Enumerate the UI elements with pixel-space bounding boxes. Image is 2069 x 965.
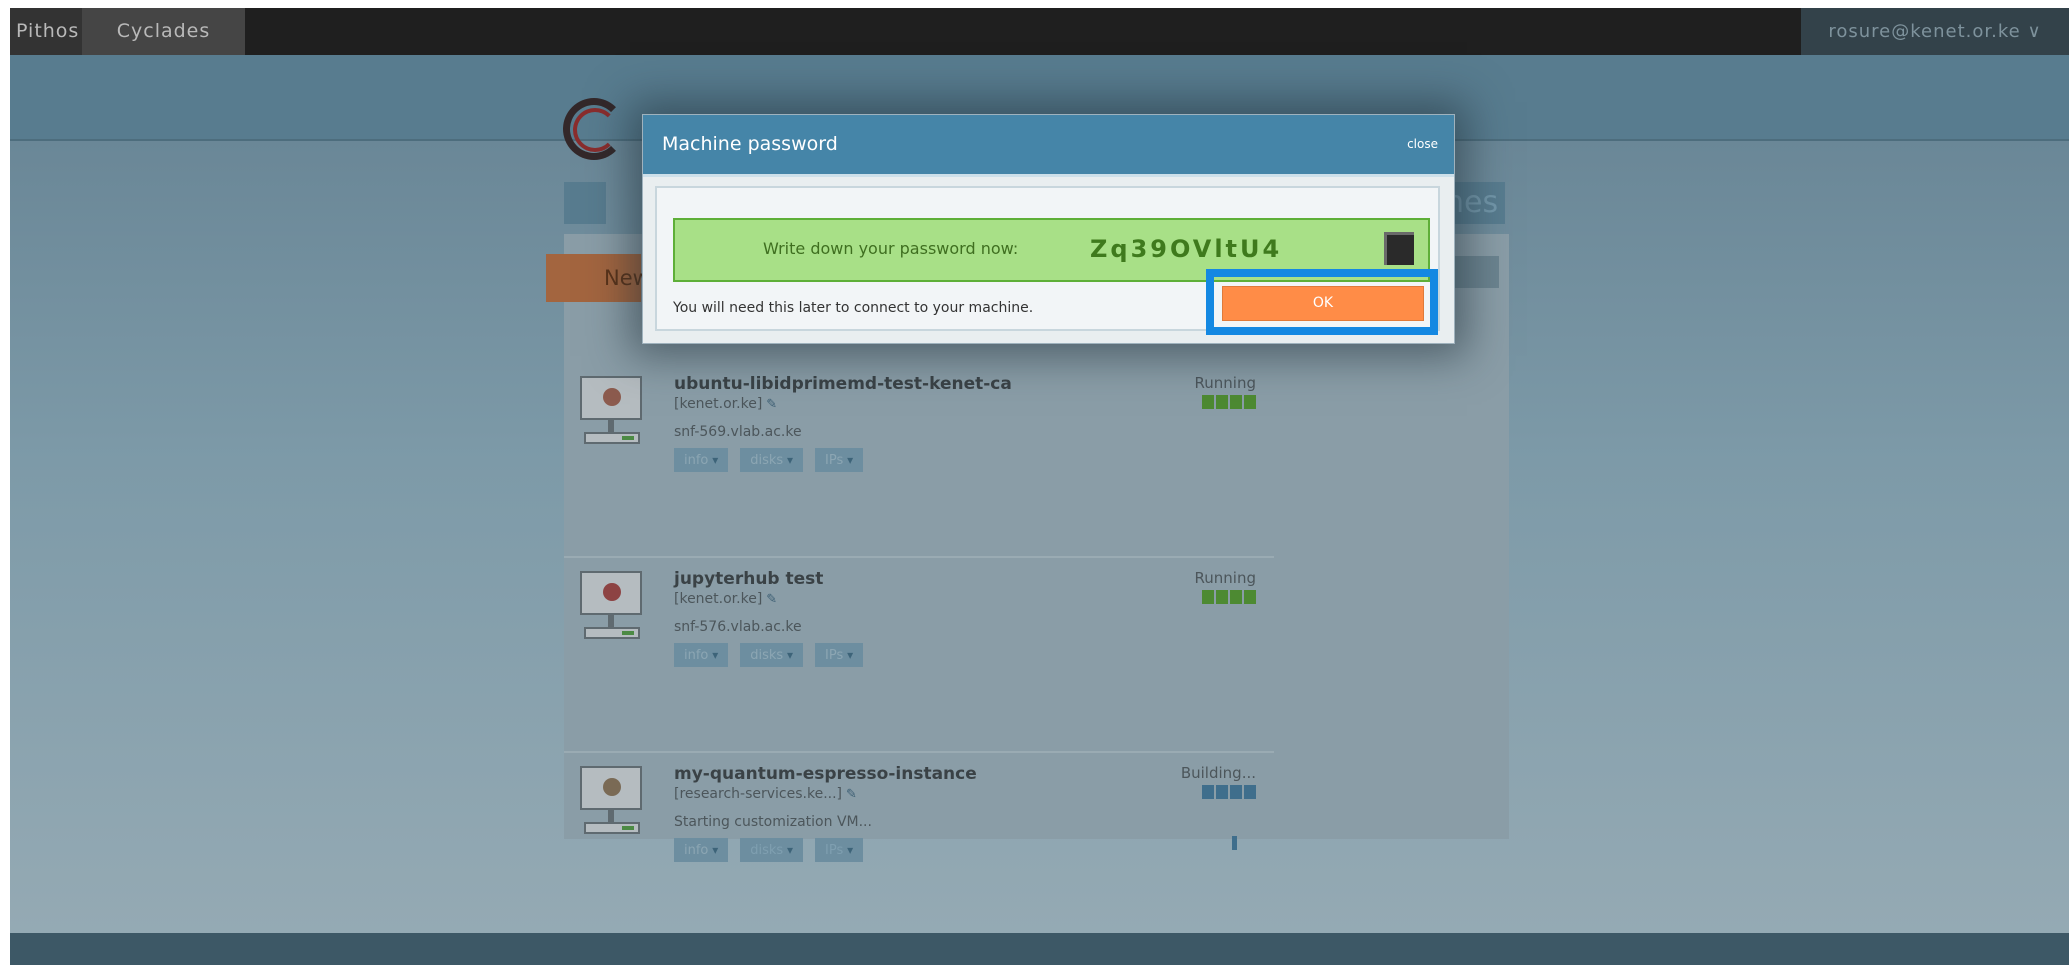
machine-name[interactable]: my-quantum-espresso-instance bbox=[674, 764, 977, 784]
machine-project: [kenet.or.ke] ✎ bbox=[674, 396, 777, 412]
top-nav-bar: Pithos Cyclades rosure@kenet.or.ke ∨ bbox=[10, 8, 2069, 55]
chevron-down-icon: ▾ bbox=[708, 453, 719, 467]
machine-name[interactable]: ubuntu-libidprimemd-test-kenet-ca bbox=[674, 374, 1012, 394]
disks-dropdown[interactable]: disks ▾ bbox=[740, 838, 804, 862]
machine-actions: info ▾ disks ▾ IPs ▾ bbox=[674, 838, 875, 862]
chevron-down-icon: ▾ bbox=[843, 843, 854, 857]
machine-status: Running bbox=[1194, 569, 1256, 587]
machine-project: [kenet.or.ke] ✎ bbox=[674, 591, 777, 607]
info-dropdown[interactable]: info ▾ bbox=[674, 643, 729, 667]
machine-status: Running bbox=[1194, 374, 1256, 392]
nav-pithos[interactable]: Pithos bbox=[10, 8, 88, 55]
chevron-down-icon: ▾ bbox=[783, 843, 794, 857]
info-dropdown[interactable]: info ▾ bbox=[674, 448, 729, 472]
browser-viewport: Pithos Cyclades rosure@kenet.or.ke ∨ nes… bbox=[10, 8, 2069, 965]
user-email: rosure@kenet.or.ke bbox=[1828, 21, 2021, 42]
user-menu[interactable]: rosure@kenet.or.ke ∨ bbox=[1801, 8, 2069, 55]
edit-pencil-icon[interactable]: ✎ bbox=[766, 397, 777, 412]
chevron-down-icon: ▾ bbox=[843, 648, 854, 662]
machine-project: [research-services.ke...] ✎ bbox=[674, 786, 857, 802]
machine-progress-text: Starting customization VM... bbox=[674, 814, 872, 830]
edit-pencil-icon[interactable]: ✎ bbox=[766, 592, 777, 607]
machine-hostname: snf-576.vlab.ac.ke bbox=[674, 619, 802, 635]
machine-ubuntu-icon[interactable] bbox=[580, 376, 644, 448]
edit-pencil-icon[interactable]: ✎ bbox=[846, 787, 857, 802]
dialog-title: Machine password bbox=[662, 133, 838, 155]
machine-custom-icon[interactable] bbox=[580, 766, 644, 838]
ips-dropdown[interactable]: IPs ▾ bbox=[815, 838, 864, 862]
password-label: Write down your password now: bbox=[763, 239, 1019, 258]
machine-hostname: snf-569.vlab.ac.ke bbox=[674, 424, 802, 440]
machine-item: ubuntu-libidprimemd-test-kenet-ca [kenet… bbox=[564, 368, 1274, 558]
ips-dropdown[interactable]: IPs ▾ bbox=[815, 448, 864, 472]
machine-item: jupyterhub test [kenet.or.ke] ✎ snf-576.v… bbox=[564, 563, 1274, 753]
ips-dropdown[interactable]: IPs ▾ bbox=[815, 643, 864, 667]
ok-button[interactable]: OK bbox=[1222, 286, 1424, 321]
info-dropdown[interactable]: info ▾ bbox=[674, 838, 729, 862]
build-progress-icon bbox=[1232, 836, 1237, 850]
chevron-down-icon: ∨ bbox=[2027, 21, 2042, 42]
status-indicator bbox=[1200, 784, 1256, 803]
chevron-down-icon: ▾ bbox=[708, 648, 719, 662]
machine-actions: info ▾ disks ▾ IPs ▾ bbox=[674, 643, 875, 667]
copy-icon[interactable] bbox=[1384, 232, 1414, 265]
status-indicator bbox=[1200, 394, 1256, 413]
machine-name[interactable]: jupyterhub test bbox=[674, 569, 823, 589]
project-label: [kenet.or.ke] bbox=[674, 591, 763, 607]
dialog-header: Machine password close bbox=[643, 115, 1454, 177]
cyclades-logo-inner-icon bbox=[573, 108, 617, 152]
project-label: [kenet.or.ke] bbox=[674, 396, 763, 412]
machine-item: my-quantum-espresso-instance [research-s… bbox=[564, 758, 1274, 948]
machine-actions: info ▾ disks ▾ IPs ▾ bbox=[674, 448, 875, 472]
disks-dropdown[interactable]: disks ▾ bbox=[740, 448, 804, 472]
view-toggle-icon[interactable] bbox=[564, 182, 606, 224]
disks-dropdown[interactable]: disks ▾ bbox=[740, 643, 804, 667]
chevron-down-icon: ▾ bbox=[783, 648, 794, 662]
chevron-down-icon: ▾ bbox=[783, 453, 794, 467]
status-indicator bbox=[1200, 589, 1256, 608]
machine-status: Building... bbox=[1180, 764, 1256, 782]
chevron-down-icon: ▾ bbox=[843, 453, 854, 467]
chevron-down-icon: ▾ bbox=[708, 843, 719, 857]
nav-cyclades[interactable]: Cyclades bbox=[82, 8, 245, 55]
new-machine-button[interactable]: New bbox=[546, 254, 650, 302]
dialog-close-link[interactable]: close bbox=[1407, 115, 1438, 174]
password-note: You will need this later to connect to y… bbox=[673, 300, 1034, 316]
project-label: [research-services.ke...] bbox=[674, 786, 843, 802]
machine-debian-icon[interactable] bbox=[580, 571, 644, 643]
